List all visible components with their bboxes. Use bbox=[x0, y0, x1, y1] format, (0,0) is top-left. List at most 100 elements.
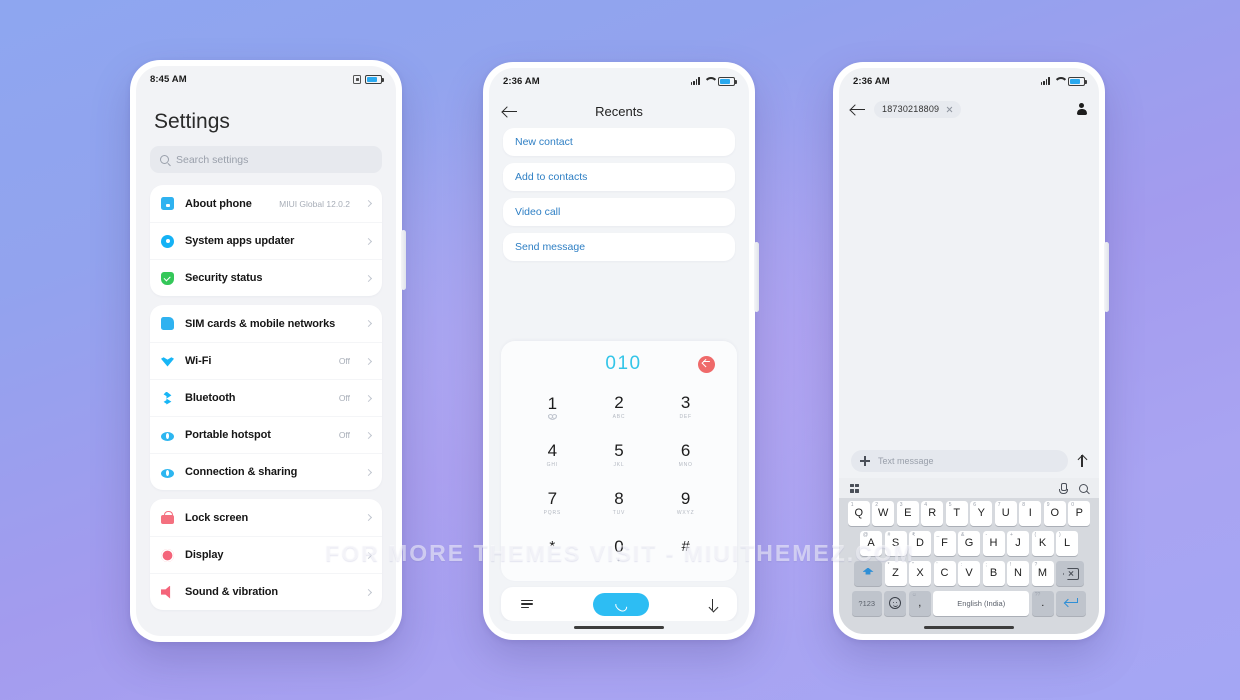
sidebar-item-sim-cards[interactable]: SIM cards & mobile networks bbox=[150, 305, 382, 342]
key-hint: ) bbox=[1059, 532, 1061, 538]
emoji-key[interactable] bbox=[884, 590, 907, 616]
sidebar-item-sound-vibration[interactable]: Sound & vibration bbox=[150, 573, 382, 610]
key-x[interactable]: " X bbox=[909, 560, 931, 586]
sidebar-item-system-apps-updater[interactable]: System apps updater bbox=[150, 222, 382, 259]
key-hint: 5 bbox=[948, 502, 952, 508]
key-1[interactable]: 1 bbox=[519, 383, 586, 431]
chevron-right-icon bbox=[364, 431, 373, 439]
key-t[interactable]: 5T bbox=[945, 500, 968, 526]
security-shield-icon bbox=[161, 271, 174, 285]
menu-icon[interactable] bbox=[521, 600, 533, 609]
action-send-message[interactable]: Send message bbox=[503, 233, 735, 261]
key-6[interactable]: 6 MNO bbox=[652, 431, 719, 479]
key-star[interactable]: * bbox=[519, 527, 586, 575]
emoji-icon bbox=[889, 597, 902, 609]
key-label: J bbox=[1015, 537, 1021, 549]
key-s[interactable]: # S bbox=[884, 530, 907, 556]
key-w[interactable]: 2W bbox=[872, 500, 895, 526]
key-r[interactable]: 4R bbox=[921, 500, 944, 526]
key-7[interactable]: 7 PQRS bbox=[519, 479, 586, 527]
microphone-icon[interactable] bbox=[1059, 482, 1068, 494]
home-indicator[interactable] bbox=[839, 621, 1099, 634]
key-q[interactable]: 1Q bbox=[847, 500, 870, 526]
key-g[interactable]: & G bbox=[958, 530, 980, 556]
message-input[interactable]: Text message bbox=[851, 450, 1068, 472]
sidebar-item-portable-hotspot[interactable]: Portable hotspot Off bbox=[150, 416, 382, 453]
search-icon[interactable] bbox=[1079, 483, 1088, 493]
key-digit: 1 bbox=[547, 393, 558, 413]
key-i[interactable]: 8I bbox=[1019, 500, 1042, 526]
phone1-side-button[interactable] bbox=[401, 230, 406, 290]
hide-keypad-icon[interactable] bbox=[708, 598, 717, 610]
delete-button[interactable] bbox=[698, 355, 715, 373]
enter-key[interactable] bbox=[1056, 590, 1087, 616]
key-hint: ?? bbox=[1034, 592, 1041, 598]
home-indicator[interactable] bbox=[489, 621, 749, 634]
sidebar-item-display[interactable]: Display bbox=[150, 536, 382, 573]
key-3[interactable]: 3 DEF bbox=[652, 383, 719, 431]
key-5[interactable]: 5 JKL bbox=[586, 431, 653, 479]
keyboard-switch-icon[interactable] bbox=[850, 483, 859, 493]
key-u[interactable]: 7U bbox=[994, 500, 1017, 526]
key-o[interactable]: 9O bbox=[1043, 500, 1066, 526]
key-hint: 3 bbox=[899, 502, 903, 508]
key-m[interactable]: ? M bbox=[1031, 560, 1054, 586]
key-hint: 8 bbox=[1022, 502, 1026, 508]
phone-info-icon bbox=[161, 197, 174, 210]
key-p[interactable]: 0P bbox=[1068, 500, 1091, 526]
sidebar-item-connection-sharing[interactable]: Connection & sharing bbox=[150, 453, 382, 490]
sidebar-item-wifi[interactable]: Wi-Fi Off bbox=[150, 342, 382, 379]
key-e[interactable]: 3E bbox=[896, 500, 919, 526]
search-input[interactable]: Search settings bbox=[150, 146, 382, 173]
sidebar-item-bluetooth[interactable]: Bluetooth Off bbox=[150, 379, 382, 416]
backspace-key[interactable] bbox=[1056, 560, 1084, 586]
phone2-side-button[interactable] bbox=[754, 242, 759, 312]
dialed-number[interactable]: 010 bbox=[549, 353, 698, 375]
key-4[interactable]: 4 GHI bbox=[519, 431, 586, 479]
action-add-to-contacts[interactable]: Add to contacts bbox=[503, 163, 735, 191]
recipient-chip[interactable]: 18730218809 bbox=[874, 100, 962, 118]
sidebar-item-security-status[interactable]: Security status bbox=[150, 259, 382, 296]
key-a[interactable]: @ A bbox=[860, 530, 882, 556]
keypad: 1 2 ABC 3 DEF 4 GHI 5 JKL 6 MNO 7 PQRS 8… bbox=[501, 377, 737, 575]
key-n[interactable]: ! N bbox=[1007, 560, 1029, 586]
key-v[interactable]: :V bbox=[958, 560, 980, 586]
phone-messaging: 2:36 AM 18730218809 Text message 1 Q 2 W… bbox=[833, 62, 1109, 640]
key-h[interactable]: -H bbox=[982, 530, 1005, 556]
call-button[interactable] bbox=[592, 592, 649, 616]
key-k[interactable]: (K bbox=[1031, 530, 1054, 556]
space-key[interactable]: English (India) bbox=[933, 590, 1030, 616]
back-arrow-icon[interactable] bbox=[851, 104, 865, 115]
action-video-call[interactable]: Video call bbox=[503, 198, 735, 226]
contact-icon[interactable] bbox=[1076, 103, 1087, 115]
key-b[interactable]: ; B bbox=[982, 560, 1005, 586]
key-9[interactable]: 9 WXYZ bbox=[652, 479, 719, 527]
shift-key[interactable] bbox=[854, 560, 882, 586]
comma-key[interactable]: ☺, bbox=[908, 590, 931, 616]
action-new-contact[interactable]: New contact bbox=[503, 128, 735, 156]
key-0[interactable]: 0 + bbox=[586, 527, 653, 575]
key-z[interactable]: * Z bbox=[884, 560, 907, 586]
phone3-side-button[interactable] bbox=[1104, 242, 1109, 312]
key-hint: 1 bbox=[850, 502, 854, 508]
sidebar-item-about-phone[interactable]: About phone MIUI Global 12.0.2 bbox=[150, 185, 382, 222]
key-2[interactable]: 2 ABC bbox=[586, 383, 653, 431]
key-8[interactable]: 8 TUV bbox=[586, 479, 653, 527]
clear-recipient-icon[interactable] bbox=[946, 106, 953, 113]
sidebar-item-lock-screen[interactable]: Lock screen bbox=[150, 499, 382, 536]
key-hash[interactable]: # bbox=[652, 527, 719, 575]
send-icon[interactable] bbox=[1077, 455, 1087, 467]
symbols-key[interactable]: ?123 bbox=[851, 590, 882, 616]
key-f[interactable]: _ F bbox=[933, 530, 956, 556]
key-hint: 6 bbox=[973, 502, 977, 508]
status-icons bbox=[1040, 76, 1087, 86]
back-arrow-icon[interactable] bbox=[503, 106, 517, 117]
key-l[interactable]: ) L bbox=[1056, 530, 1078, 556]
key-j[interactable]: + J bbox=[1007, 530, 1029, 556]
key-digit: # bbox=[681, 538, 690, 555]
key-d[interactable]: ₹ D bbox=[909, 530, 931, 556]
key-c[interactable]: ' C bbox=[933, 560, 956, 586]
key-y[interactable]: 6Y bbox=[970, 500, 993, 526]
period-key[interactable]: ??. bbox=[1031, 590, 1054, 616]
add-attachment-icon[interactable] bbox=[860, 456, 870, 466]
